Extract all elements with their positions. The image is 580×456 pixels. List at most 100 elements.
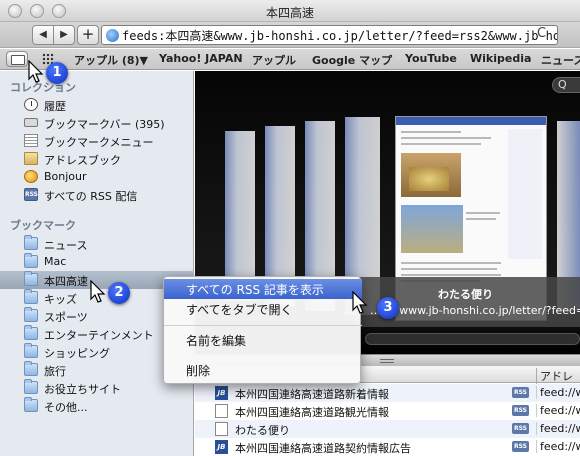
table-row[interactable]: JB 本州四国連絡高速道路契約情報広告 RSS feed://w	[195, 438, 580, 456]
sidebar-item-label: ブックマークメニュー	[44, 136, 154, 149]
sidebar-item-label: アドレスブック	[44, 154, 121, 167]
page-text-line	[466, 212, 500, 214]
sidebar-item-mac[interactable]: Mac	[0, 253, 194, 271]
folder-icon	[24, 325, 38, 340]
toolbar: ◀ ▶ + feeds:本四高速&www.jb-honshi.co.jp/let…	[0, 22, 580, 48]
sidebar-item-bonjour[interactable]: Bonjour	[0, 168, 194, 186]
page-photo	[401, 205, 463, 253]
rss-badge-icon: RSS	[512, 441, 529, 452]
page-text-line	[401, 131, 461, 133]
sidebar-item-label: ブックマークバー (395)	[44, 118, 165, 131]
folder-icon	[24, 307, 38, 322]
globe-icon	[106, 29, 119, 42]
row-address: feed://w	[536, 440, 580, 453]
sidebar-item-label: エンターテインメント	[44, 329, 154, 342]
mouse-pointer-icon	[352, 291, 368, 314]
menu-item-show-all-rss[interactable]: すべての RSS 記事を表示	[164, 279, 362, 299]
folder-icon	[24, 235, 38, 250]
address-field[interactable]: feeds:本四高速&www.jb-honshi.co.jp/letter/?f…	[101, 25, 558, 45]
bonjour-icon	[24, 170, 38, 183]
show-all-bookmarks-icon[interactable]	[6, 51, 28, 67]
menu-item-delete[interactable]: 削除	[164, 360, 362, 380]
forward-button[interactable]: ▶	[53, 25, 75, 45]
add-bookmark-button[interactable]: +	[77, 25, 99, 45]
mouse-pointer-icon	[28, 60, 44, 83]
row-address: feed://w	[536, 404, 580, 417]
address-book-icon	[24, 152, 38, 165]
bookmark-apple[interactable]: アップル	[252, 52, 296, 68]
sidebar-item-label: キッズ	[44, 293, 77, 306]
bookmark-google-maps[interactable]: Google マップ	[312, 52, 392, 68]
cover-flow-page-title: わたる便り	[438, 288, 493, 301]
menu-item-label: すべての RSS 記事を表示	[186, 283, 324, 297]
bookmarks-bar-icon	[24, 118, 38, 127]
sidebar-item-label: Mac	[44, 255, 67, 268]
row-address: feed://w	[536, 386, 580, 399]
folder-icon	[24, 379, 38, 394]
menu-item-rename[interactable]: 名前を編集	[164, 330, 362, 350]
folder-icon	[24, 343, 38, 358]
sidebar-item-news[interactable]: ニュース	[0, 235, 194, 253]
sidebar-item-label: 本四高速	[44, 275, 88, 288]
page-text-line	[401, 137, 491, 139]
bookmark-news[interactable]: ニュース	[541, 52, 580, 68]
row-title: 本州四国連絡高速道路新着情報	[235, 388, 389, 401]
page-sidebar-panel	[508, 129, 542, 259]
folder-icon	[24, 361, 38, 376]
folder-icon	[24, 253, 38, 268]
bookmarks-menu-icon	[24, 134, 38, 147]
folder-icon	[24, 271, 38, 286]
menu-item-label: すべてをタブで開く	[186, 303, 293, 317]
cover-flow-scrollbar[interactable]	[365, 333, 580, 345]
menu-item-open-all-in-tabs[interactable]: すべてをタブで開く	[164, 299, 362, 319]
bookmark-wikipedia[interactable]: Wikipedia	[470, 52, 531, 65]
page-thumbnail-header	[396, 117, 546, 125]
sidebar-item-bookmarks-bar[interactable]: ブックマークバー (395)	[0, 114, 194, 132]
back-button[interactable]: ◀	[32, 25, 54, 45]
menu-item-label: 削除	[186, 364, 211, 378]
menu-separator	[164, 325, 362, 326]
sidebar-item-address-book[interactable]: アドレスブック	[0, 150, 194, 168]
mouse-pointer-icon	[90, 280, 106, 303]
page-text-line	[401, 262, 501, 264]
menu-item-label: 名前を編集	[186, 334, 247, 348]
table-row[interactable]: わたる便り RSS feed://w	[195, 420, 580, 438]
bookmark-youtube[interactable]: YouTube	[405, 52, 457, 65]
jb-logo-icon: JB	[215, 386, 228, 400]
page-icon	[215, 404, 228, 418]
sidebar-item-other[interactable]: その他...	[0, 397, 194, 415]
table-row[interactable]: 本州四国連絡高速道路観光情報 RSS feed://w	[195, 402, 580, 420]
rss-feeds-icon: RSS	[24, 188, 38, 201]
context-menu: すべての RSS 記事を表示 すべてをタブで開く 名前を編集 削除	[163, 276, 362, 384]
title-bar: 本四高速	[0, 0, 580, 22]
cover-flow-page-url: …d://www.jb-honshi.co.jp/letter/?feed=r	[370, 304, 580, 317]
sidebar-item-history[interactable]: 履歴	[0, 96, 194, 114]
page-text-line	[466, 218, 496, 220]
row-title: 本州四国連絡高速道路観光情報	[235, 406, 389, 419]
bookmarks-bar: アップル (8)▼ Yahoo! JAPAN アップル Google マップ Y…	[0, 49, 580, 70]
bookmark-yahoo[interactable]: Yahoo! JAPAN	[159, 52, 243, 65]
sidebar-item-all-rss[interactable]: RSS すべての RSS 配信	[0, 186, 194, 204]
table-row[interactable]: JB 本州四国連絡高速道路新着情報 RSS feed://w	[195, 384, 580, 402]
rss-badge-icon: RSS	[512, 423, 529, 434]
sidebar-item-label: ニュース	[44, 239, 88, 252]
page-icon	[215, 422, 228, 436]
bookmark-apple-menu[interactable]: アップル (8)▼	[74, 52, 148, 68]
sidebar-item-label: 旅行	[44, 365, 66, 378]
page-text-line	[401, 268, 497, 270]
step-marker-1: 1	[46, 62, 68, 84]
bookmarks-header: ブックマーク	[10, 219, 76, 232]
page-photo	[401, 153, 461, 197]
reload-icon[interactable]: C	[537, 26, 546, 41]
row-title: わたる便り	[235, 424, 290, 437]
sidebar-item-label: お役立ちサイト	[44, 383, 121, 396]
sidebar-item-label: スポーツ	[44, 311, 88, 324]
sidebar-item-label: すべての RSS 配信	[44, 190, 138, 203]
sidebar-item-bookmarks-menu[interactable]: ブックマークメニュー	[0, 132, 194, 150]
sidebar-item-label: 履歴	[44, 100, 66, 113]
sidebar-item-label: ショッピング	[44, 347, 110, 360]
rss-badge-icon: RSS	[512, 387, 529, 398]
step-marker-2: 2	[108, 282, 130, 304]
cover-flow-search-field[interactable]: Q	[552, 77, 580, 93]
sidebar-item-label: その他...	[44, 401, 88, 414]
